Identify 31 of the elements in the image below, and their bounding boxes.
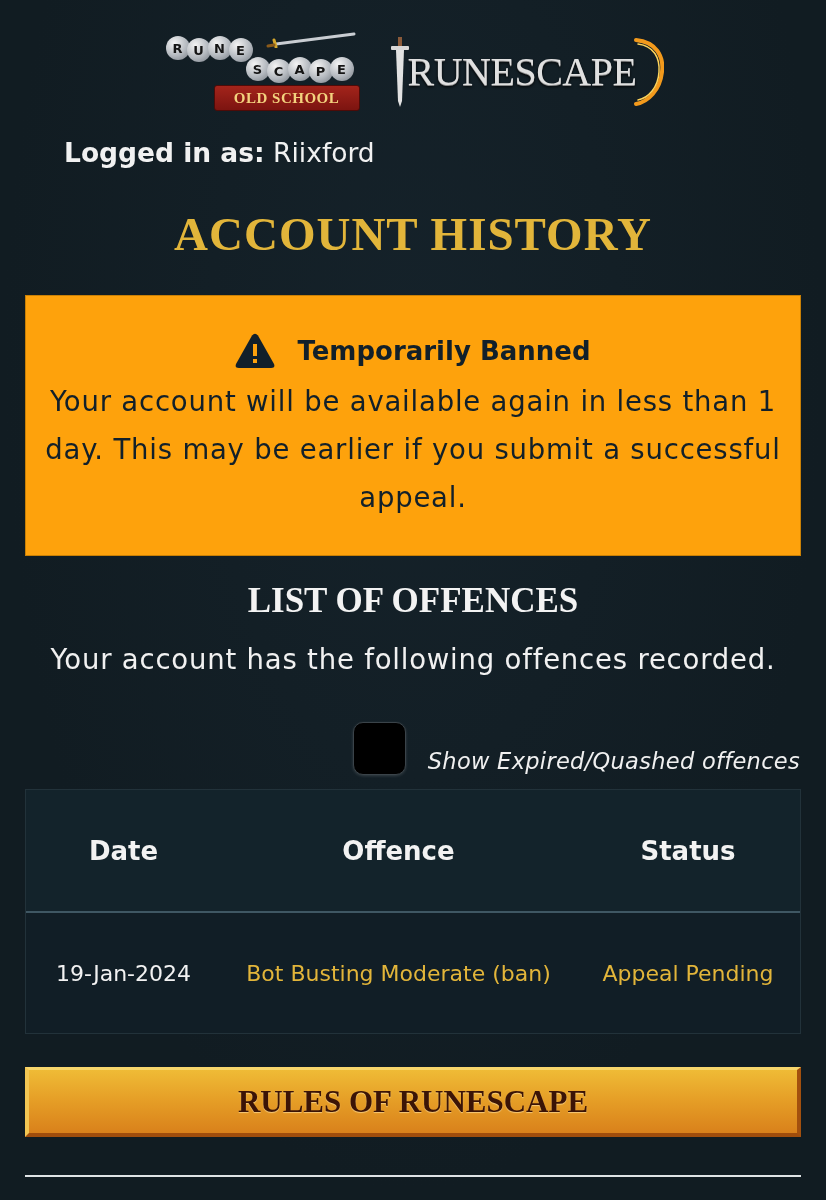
alert-message: Your account will be available again in less than 1 day. This may be earlier if you submit a successful appeal. [44, 384, 782, 515]
logo-banner: OLD SCHOOL [213, 85, 360, 111]
logo-rock: C [266, 59, 291, 83]
page-title: ACCOUNT HISTORY [174, 209, 652, 259]
column-header: Offence [342, 835, 455, 866]
logo-rock: N [207, 36, 232, 60]
username: Riixford [273, 137, 375, 168]
checkbox-label[interactable]: Show Expired/Quashed offences [427, 747, 800, 775]
column-header: Status [640, 835, 736, 866]
logo-rock: R [165, 36, 190, 60]
alert-title: Temporarily Banned [297, 336, 591, 366]
column-header: Date [88, 835, 159, 866]
logo-rock: E [228, 38, 253, 62]
rules-button[interactable]: RULES OF RUNESCAPE [25, 1067, 801, 1137]
warning-icon [235, 333, 276, 369]
flame-swoosh-icon [634, 36, 665, 108]
logo-rock: E [329, 57, 354, 81]
table-cell: Bot Busting Moderate (ban) [246, 960, 551, 986]
logo-rock: A [287, 57, 312, 81]
section-intro: Your account has the following offences recorded. [50, 642, 776, 677]
sword-icon [265, 32, 356, 48]
section-heading: LIST OF OFFENCES [247, 581, 579, 621]
sword-icon [389, 37, 410, 107]
login-label: Logged in as: [64, 137, 265, 168]
logo-rock: U [186, 38, 211, 62]
table-cell: 19-Jan-2024 [56, 960, 191, 986]
table-cell: Appeal Pending [602, 960, 774, 986]
logo-rock: S [245, 57, 270, 81]
checkbox[interactable] [352, 722, 406, 775]
logo-text: RUNESCAPE [407, 48, 637, 96]
logo-rock: P [308, 59, 333, 83]
